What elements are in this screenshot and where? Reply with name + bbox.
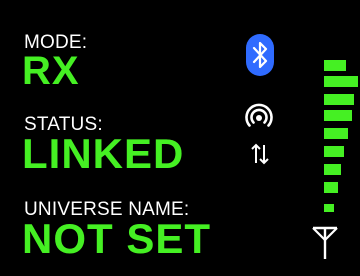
receiver-status-screen: MODE: RX STATUS: LINKED UNIVERSE NAME: N… bbox=[0, 0, 360, 276]
signal-bar bbox=[324, 204, 334, 212]
signal-bar bbox=[324, 128, 348, 139]
signal-strength-meter bbox=[324, 60, 360, 216]
universe-name-value: NOT SET bbox=[22, 215, 212, 262]
signal-bar bbox=[324, 94, 354, 105]
mode-value: RX bbox=[22, 49, 80, 93]
signal-bar bbox=[324, 60, 346, 71]
signal-bar bbox=[324, 110, 352, 121]
signal-bar bbox=[324, 164, 341, 175]
broadcast-icon bbox=[245, 103, 273, 127]
bluetooth-icon bbox=[246, 34, 274, 76]
status-value: LINKED bbox=[22, 130, 185, 177]
transfer-arrows-icon bbox=[251, 143, 269, 165]
signal-bar bbox=[324, 76, 358, 87]
signal-bar bbox=[324, 182, 338, 193]
signal-bar bbox=[324, 146, 344, 157]
antenna-icon bbox=[312, 226, 338, 259]
